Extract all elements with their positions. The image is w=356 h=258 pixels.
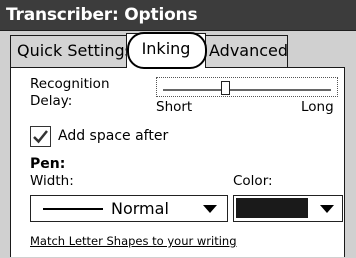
add-space-checkbox[interactable] <box>30 126 51 147</box>
recognition-delay-label: Recognition Delay: <box>30 76 110 109</box>
slider-max-label: Long <box>301 99 334 115</box>
window-title: Transcriber: Options <box>6 5 198 25</box>
tab-advanced[interactable]: Advanced <box>204 35 288 67</box>
pen-width-value: Normal <box>111 199 169 218</box>
highlight-circle <box>127 32 207 69</box>
slider-track <box>163 89 331 91</box>
slider-thumb[interactable] <box>221 81 231 95</box>
add-space-label: Add space after <box>58 128 169 144</box>
match-letter-shapes-link[interactable]: Match Letter Shapes to your writing <box>30 234 237 248</box>
checkmark-icon <box>33 130 48 144</box>
chevron-down-icon <box>320 205 334 213</box>
pen-width-select[interactable]: Normal <box>30 195 228 222</box>
inking-panel: Recognition Delay: Short Long Add space … <box>10 67 345 257</box>
width-label: Width: <box>30 173 74 189</box>
color-label: Color: <box>233 173 273 189</box>
slider-min-label: Short <box>156 99 193 115</box>
line-preview <box>43 208 103 210</box>
pen-heading: Pen: <box>30 156 66 172</box>
match-letter-shapes-field: Match Letter Shapes to your writing <box>30 231 304 251</box>
pen-color-select[interactable] <box>233 195 343 222</box>
chevron-down-icon <box>203 205 217 213</box>
recognition-delay-slider[interactable] <box>156 77 338 97</box>
title-bar: Transcriber: Options <box>0 0 356 31</box>
color-swatch <box>236 198 308 218</box>
tab-quick-settings[interactable]: Quick Settings <box>10 35 130 67</box>
